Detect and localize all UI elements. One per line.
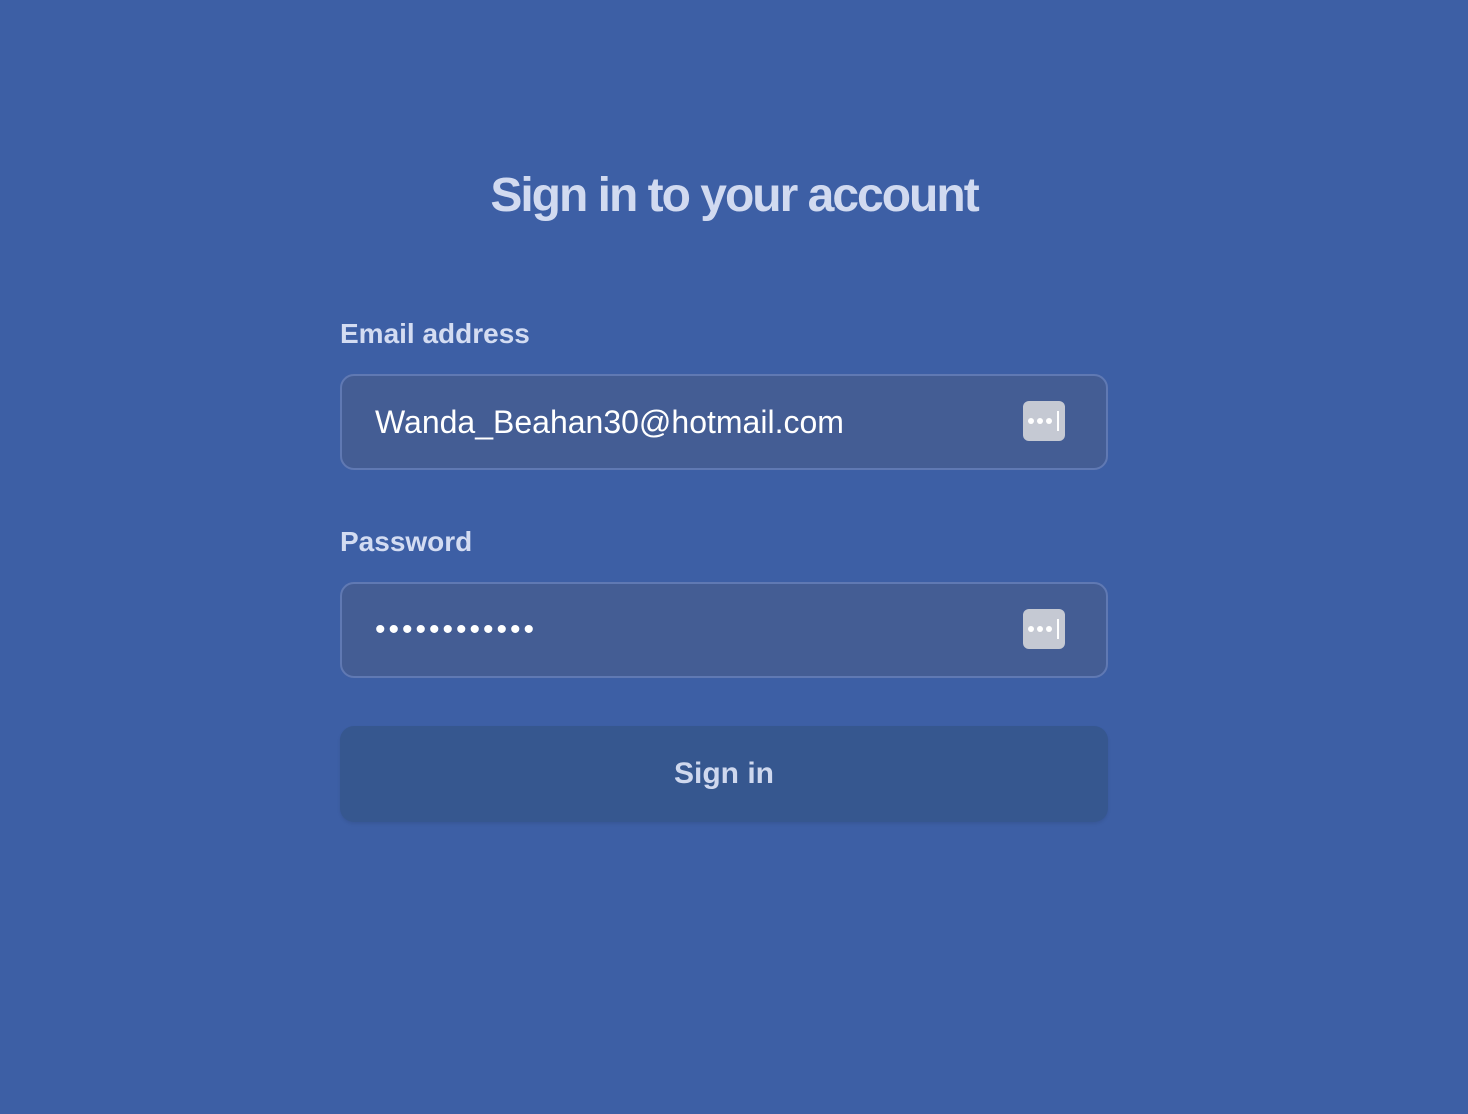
email-field[interactable]: Wanda_Beahan30@hotmail.com — [340, 374, 1108, 470]
page-title: Sign in to your account — [490, 169, 979, 222]
email-value[interactable]: Wanda_Beahan30@hotmail.com — [375, 376, 844, 468]
dots-icon — [1028, 626, 1056, 632]
email-label: Email address — [340, 318, 530, 349]
password-manager-icon[interactable] — [1023, 401, 1065, 441]
password-field[interactable]: •••••••••••• — [340, 582, 1108, 678]
sign-in-button[interactable]: Sign in — [340, 726, 1108, 822]
password-label: Password — [340, 526, 473, 557]
dots-icon — [1028, 418, 1056, 424]
caret-icon — [1057, 411, 1059, 431]
password-value[interactable]: •••••••••••• — [375, 584, 537, 676]
caret-icon — [1057, 619, 1059, 639]
password-manager-icon[interactable] — [1023, 609, 1065, 649]
